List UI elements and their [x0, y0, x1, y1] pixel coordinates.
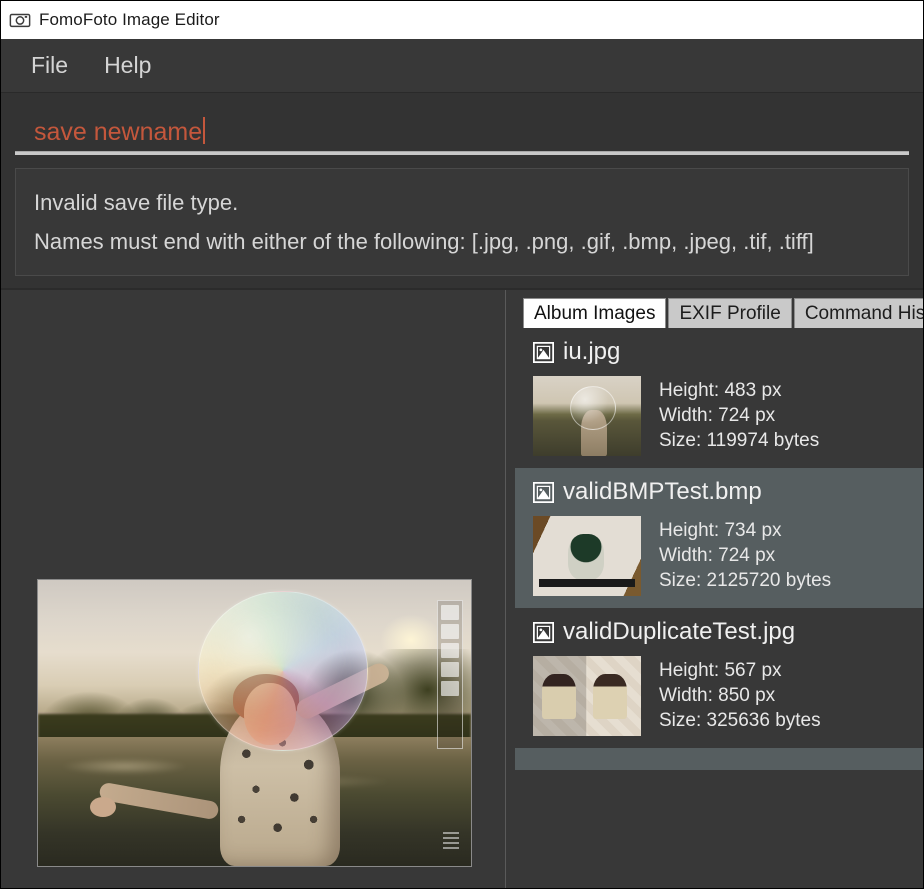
feedback-area: Invalid save file type. Names must end w…: [1, 155, 923, 290]
menu-item-file[interactable]: File: [19, 50, 80, 81]
feedback-line-1: Invalid save file type.: [34, 190, 239, 215]
pane-splitter[interactable]: [505, 290, 506, 888]
album-item-size: Size: 2125720 bytes: [659, 570, 832, 592]
command-input-text[interactable]: save newname: [34, 120, 202, 145]
image-file-icon: [533, 621, 554, 643]
menu-item-help[interactable]: Help: [92, 50, 163, 81]
app-window: FomoFoto Image Editor File Help save new…: [0, 0, 924, 889]
tab-exif-profile[interactable]: EXIF Profile: [668, 298, 792, 329]
command-input-row[interactable]: save newname: [15, 113, 909, 151]
album-item-body: Height: 567 px Width: 850 px Size: 32563…: [533, 656, 923, 737]
image-file-icon: [533, 341, 554, 363]
album-list-item[interactable]: validBMPTest.bmp Height: 734 px Width: 7…: [515, 468, 923, 609]
camera-icon: [9, 9, 31, 31]
album-images-list[interactable]: iu.jpg Height: 483 px Width: 724 px Size…: [515, 328, 923, 888]
album-list-item-partial[interactable]: [515, 748, 923, 771]
side-panel: Album Images EXIF Profile Command Histor…: [515, 290, 923, 888]
album-item-width: Width: 850 px: [659, 685, 776, 707]
album-item-title: validDuplicateTest.jpg: [533, 618, 923, 646]
tab-strip: Album Images EXIF Profile Command Histor…: [515, 290, 923, 329]
menu-bar: File Help: [1, 39, 923, 93]
album-item-meta: Height: 734 px Width: 724 px Size: 21257…: [659, 516, 831, 593]
canvas-inner: [37, 290, 473, 888]
album-item-meta: Height: 483 px Width: 724 px Size: 11997…: [659, 376, 819, 453]
album-item-thumbnail[interactable]: [533, 516, 641, 597]
image-canvas-pane[interactable]: [1, 290, 505, 888]
preview-caption-strip: [437, 600, 463, 749]
album-list-item[interactable]: iu.jpg Height: 483 px Width: 724 px Size…: [515, 328, 923, 469]
album-item-size: Size: 119974 bytes: [659, 430, 820, 452]
feedback-line-2: Names must end with either of the follow…: [34, 229, 814, 255]
image-preview[interactable]: [37, 579, 472, 867]
album-list-item[interactable]: validDuplicateTest.jpg Height: 567 px Wi…: [515, 608, 923, 749]
tab-command-history[interactable]: Command History: [793, 298, 923, 329]
album-item-height: Height: 483 px: [659, 380, 782, 402]
album-item-width: Width: 724 px: [659, 405, 776, 427]
main-body: Album Images EXIF Profile Command Histor…: [1, 289, 923, 888]
album-item-name: iu.jpg: [563, 338, 621, 366]
album-item-name: validDuplicateTest.jpg: [563, 618, 796, 646]
album-item-meta: Height: 567 px Width: 850 px Size: 32563…: [659, 656, 821, 733]
image-file-icon: [533, 481, 554, 503]
album-item-width: Width: 724 px: [659, 545, 776, 567]
album-item-height: Height: 734 px: [659, 520, 782, 542]
window-title: FomoFoto Image Editor: [39, 10, 220, 29]
album-item-name: validBMPTest.bmp: [563, 478, 762, 506]
tab-album-images[interactable]: Album Images: [523, 298, 667, 329]
album-item-title: iu.jpg: [533, 338, 923, 366]
album-item-body: Height: 483 px Width: 724 px Size: 11997…: [533, 376, 923, 457]
album-item-body: Height: 734 px Width: 724 px Size: 21257…: [533, 516, 923, 597]
album-item-title: validBMPTest.bmp: [533, 478, 923, 506]
album-item-size: Size: 325636 bytes: [659, 710, 821, 732]
album-item-thumbnail[interactable]: [533, 376, 641, 457]
preview-photo: [38, 580, 471, 866]
album-item-thumbnail[interactable]: [533, 656, 641, 737]
feedback-box: Invalid save file type. Names must end w…: [15, 168, 909, 277]
title-bar: FomoFoto Image Editor: [1, 1, 923, 39]
album-item-height: Height: 567 px: [659, 660, 782, 682]
text-caret: [203, 117, 206, 144]
command-input-area[interactable]: save newname: [1, 93, 923, 155]
